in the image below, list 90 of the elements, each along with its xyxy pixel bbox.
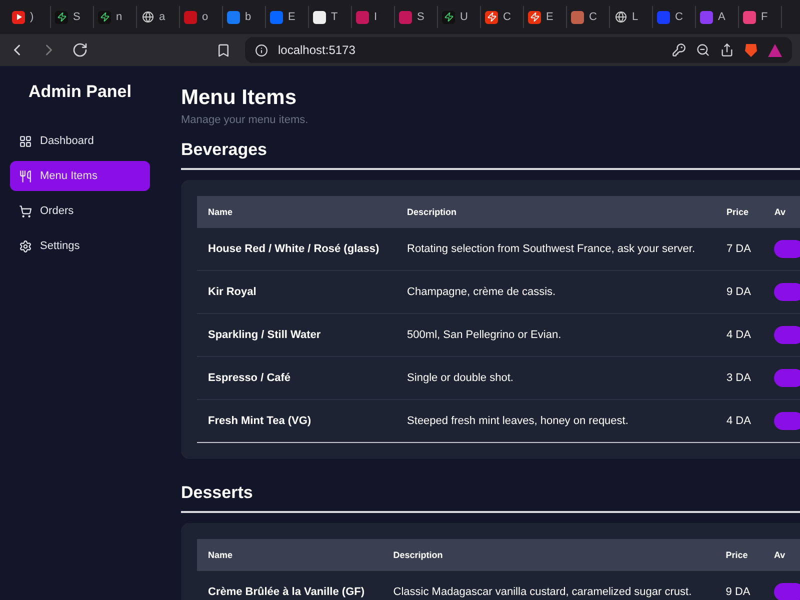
browser-tab[interactable]: o xyxy=(180,6,223,28)
browser-tab[interactable]: C xyxy=(481,6,524,28)
favicon-icon xyxy=(571,10,584,24)
table-cell: 4 DA xyxy=(716,314,764,356)
info-icon[interactable] xyxy=(255,44,268,56)
table-cell: Champagne, crème de cassis. xyxy=(396,270,716,314)
table-cell: Classic Madagascar vanilla custard, caramelized sugar crust. xyxy=(382,571,715,600)
bolt-icon xyxy=(55,10,68,24)
availability-toggle[interactable] xyxy=(774,326,800,344)
zoom-out-icon[interactable] xyxy=(696,43,710,57)
browser-tab[interactable]: S xyxy=(51,6,94,28)
page-title: Menu Items xyxy=(181,86,298,110)
table-cell: Steeped fresh mint leaves, honey on request. xyxy=(396,400,716,442)
browser-tab[interactable]: S xyxy=(395,6,438,28)
triangle-icon[interactable] xyxy=(768,44,782,56)
bolt-icon xyxy=(528,10,541,24)
nav-item[interactable]: Menu Items xyxy=(10,161,150,191)
settings-icon xyxy=(19,240,32,252)
table-cell: Rotating selection from Southwest France, ask your server. xyxy=(396,228,716,270)
bolt-icon xyxy=(98,10,111,24)
availability-toggle[interactable] xyxy=(774,369,800,387)
browser-tab[interactable]: C xyxy=(653,6,696,28)
fork-knife-icon xyxy=(19,170,32,182)
table-cell: Sparkling / Still Water xyxy=(197,314,396,356)
table-cell: 4 DA xyxy=(716,400,764,442)
browser-tab[interactable]: T xyxy=(309,6,352,28)
column-header: Price xyxy=(714,539,763,571)
play-icon xyxy=(12,10,25,24)
favicon-icon xyxy=(700,10,713,24)
sidebar-title: Admin Panel xyxy=(28,82,132,102)
browser-tab[interactable]: n xyxy=(94,6,137,28)
column-header: Name xyxy=(197,196,396,228)
browser-tab[interactable]: E xyxy=(524,6,567,28)
address-field[interactable]: localhost:5173 xyxy=(245,37,792,63)
column-header: Av xyxy=(763,539,800,571)
section-title: Desserts xyxy=(181,483,800,513)
table-cell: 7 DA xyxy=(716,228,764,270)
grid-icon xyxy=(19,134,32,148)
browser-tab[interactable]: C xyxy=(567,6,610,28)
availability-toggle[interactable] xyxy=(774,283,800,301)
availability-toggle[interactable] xyxy=(774,240,800,258)
nav-item[interactable]: Settings xyxy=(10,231,150,261)
nav-item[interactable]: Orders xyxy=(10,196,150,226)
favicon-icon xyxy=(184,10,197,24)
column-header: Description xyxy=(382,539,715,571)
browser-tab[interactable]: E xyxy=(266,6,309,28)
favicon-icon xyxy=(399,10,412,24)
bolt-icon xyxy=(485,10,498,24)
table-cell: 500ml, San Pellegrino or Evian. xyxy=(396,314,716,356)
table-cell: 9 DA xyxy=(714,571,763,600)
column-header: Av xyxy=(763,196,800,228)
favicon-icon xyxy=(657,10,670,24)
browser-tab[interactable]: a xyxy=(137,6,180,28)
table-cell: Single or double shot. xyxy=(396,356,716,400)
table-cell: Fresh Mint Tea (VG) xyxy=(197,400,396,442)
table-cell: House Red / White / Rosé (glass) xyxy=(197,228,396,270)
browser-tab[interactable]: F xyxy=(739,6,782,28)
table-cell: Crème Brûlée à la Vanille (GF) xyxy=(197,571,382,600)
browser-tab[interactable]: ) xyxy=(8,6,51,28)
globe-icon xyxy=(141,10,154,24)
table-cell: 9 DA xyxy=(716,270,764,314)
favicon-icon xyxy=(356,10,369,24)
key-icon[interactable] xyxy=(672,43,686,57)
table-cell: 3 DA xyxy=(716,356,764,400)
column-header: Price xyxy=(716,196,764,228)
favicon-icon xyxy=(270,10,283,24)
bookmark-icon[interactable] xyxy=(216,42,231,58)
column-header: Name xyxy=(197,539,382,571)
table-cell: Espresso / Café xyxy=(197,356,396,400)
share-icon[interactable] xyxy=(720,43,734,57)
cart-icon xyxy=(19,204,32,218)
favicon-icon xyxy=(313,10,326,24)
browser-tab[interactable]: U xyxy=(438,6,481,28)
favicon-icon xyxy=(227,10,240,24)
reload-icon[interactable] xyxy=(72,42,88,58)
browser-tab[interactable]: A xyxy=(696,6,739,28)
section-title: Beverages xyxy=(181,140,800,170)
shield-icon[interactable] xyxy=(744,42,758,58)
browser-tab[interactable]: L xyxy=(610,6,653,28)
browser-tab[interactable]: b xyxy=(223,6,266,28)
bolt-icon xyxy=(442,10,455,24)
availability-toggle[interactable] xyxy=(774,412,800,430)
browser-tab[interactable]: I xyxy=(352,6,395,28)
nav-item[interactable]: Dashboard xyxy=(10,126,150,156)
availability-toggle[interactable] xyxy=(774,583,800,600)
table-cell: Kir Royal xyxy=(197,270,396,314)
page-subtitle: Manage your menu items. xyxy=(181,114,310,126)
column-header: Description xyxy=(396,196,716,228)
globe-icon xyxy=(614,10,627,24)
favicon-icon xyxy=(743,10,756,24)
